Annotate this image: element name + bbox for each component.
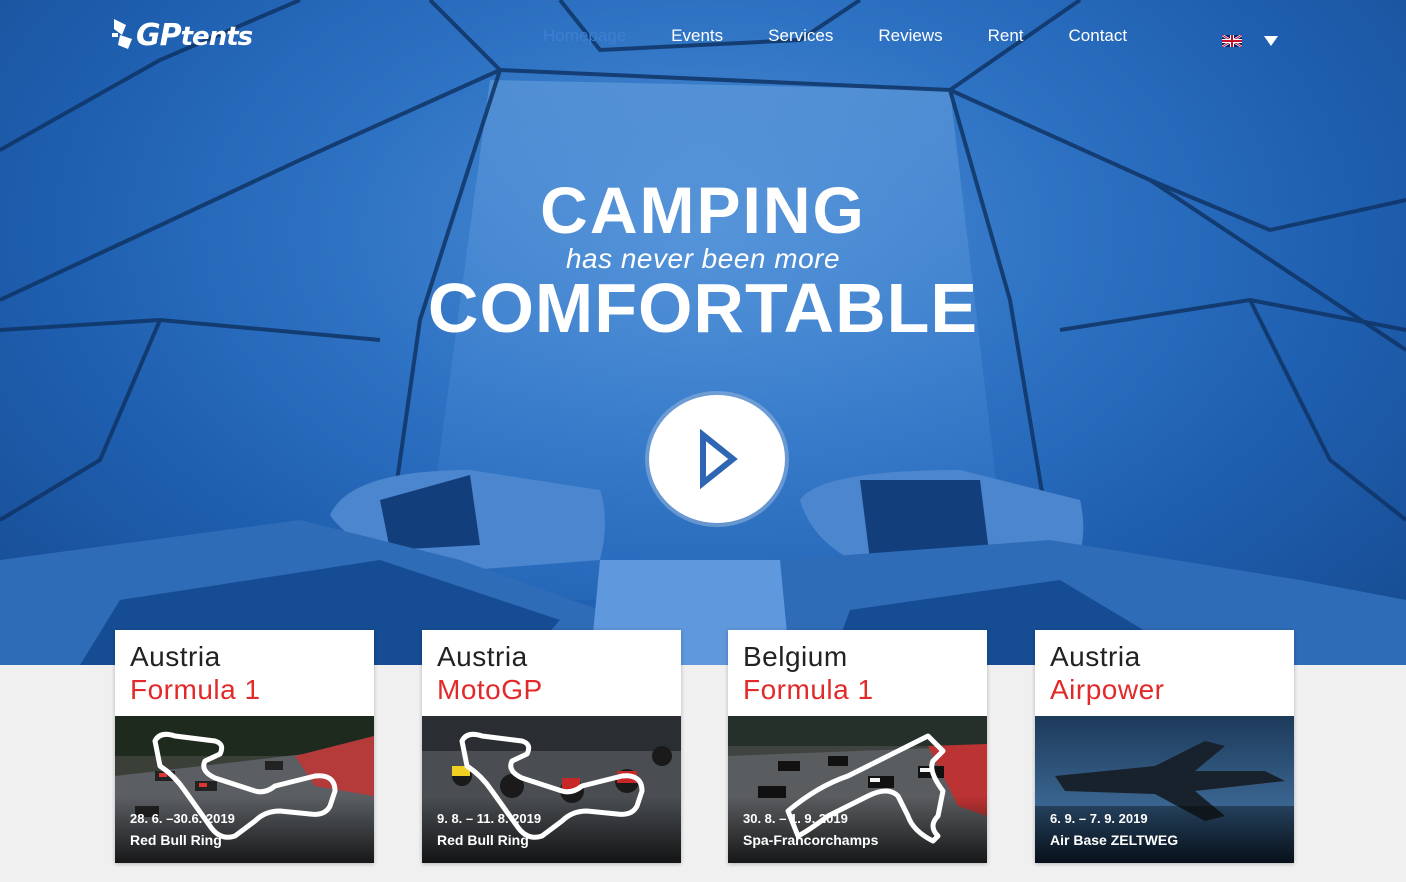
checkered-flag-icon bbox=[112, 19, 132, 49]
event-card-austria-motogp[interactable]: Austria MotoGP 9. 8. – 11. 8. 2019 Red B… bbox=[422, 630, 681, 863]
card-image: 6. 9. – 7. 9. 2019 Air Base ZELTWEG bbox=[1035, 716, 1294, 863]
event-card-austria-formula1[interactable]: Austria Formula 1 28. 6. –30.6. 2019 Red… bbox=[115, 630, 374, 863]
card-series: MotoGP bbox=[437, 674, 543, 705]
hero-title-bottom: COMFORTABLE bbox=[427, 269, 979, 347]
card-header: Austria Airpower bbox=[1035, 630, 1294, 716]
event-card-austria-airpower[interactable]: Austria Airpower 6. 9. – 7. 9. 2019 Air … bbox=[1035, 630, 1294, 863]
card-country: Austria bbox=[130, 641, 221, 672]
card-date: 6. 9. – 7. 9. 2019 bbox=[1050, 811, 1148, 826]
site-logo[interactable]: GPtents bbox=[112, 12, 282, 58]
card-country: Belgium bbox=[743, 641, 848, 672]
card-country: Austria bbox=[1050, 641, 1141, 672]
card-date: 28. 6. –30.6. 2019 bbox=[130, 811, 235, 826]
card-header: Austria MotoGP bbox=[422, 630, 681, 716]
nav-homepage[interactable]: Homepage bbox=[543, 26, 626, 46]
card-header: Belgium Formula 1 bbox=[728, 630, 987, 716]
chevron-down-icon bbox=[1264, 36, 1278, 46]
card-venue: Red Bull Ring bbox=[437, 832, 529, 848]
nav-rent[interactable]: Rent bbox=[988, 26, 1024, 46]
nav-events[interactable]: Events bbox=[671, 26, 723, 46]
card-venue: Air Base ZELTWEG bbox=[1050, 832, 1179, 848]
nav-services[interactable]: Services bbox=[768, 26, 833, 46]
card-series: Formula 1 bbox=[130, 674, 261, 705]
nav-contact[interactable]: Contact bbox=[1069, 26, 1128, 46]
language-selector[interactable] bbox=[1222, 35, 1278, 47]
card-date: 9. 8. – 11. 8. 2019 bbox=[437, 811, 542, 826]
logo-wordmark: GPtents bbox=[136, 17, 253, 53]
hero-section: GPtents Homepage Events Services Reviews… bbox=[0, 0, 1406, 665]
play-video-button[interactable] bbox=[649, 395, 785, 523]
card-date: 30. 8. – 1. 9. 2019 bbox=[743, 811, 848, 826]
logo-text-small: tents bbox=[180, 21, 253, 52]
flag-uk-icon bbox=[1222, 35, 1242, 47]
logo-text-big: GP bbox=[136, 17, 182, 53]
card-image: 28. 6. –30.6. 2019 Red Bull Ring bbox=[115, 716, 374, 863]
nav-reviews[interactable]: Reviews bbox=[878, 26, 942, 46]
card-country: Austria bbox=[437, 641, 528, 672]
card-image: 30. 8. – 1. 9. 2019 Spa-Francorchamps bbox=[728, 716, 987, 863]
main-nav: Homepage Events Services Reviews Rent Co… bbox=[543, 24, 1172, 48]
card-venue: Spa-Francorchamps bbox=[743, 832, 879, 848]
event-card-belgium-formula1[interactable]: Belgium Formula 1 30. 8. – 1. 9. 2019 Sp… bbox=[728, 630, 987, 863]
card-venue: Red Bull Ring bbox=[130, 832, 222, 848]
card-image: 9. 8. – 11. 8. 2019 Red Bull Ring bbox=[422, 716, 681, 863]
card-series: Airpower bbox=[1050, 674, 1165, 705]
card-series: Formula 1 bbox=[743, 674, 874, 705]
card-header: Austria Formula 1 bbox=[115, 630, 374, 716]
play-icon bbox=[700, 429, 738, 489]
hero-title-top: CAMPING bbox=[540, 173, 866, 247]
